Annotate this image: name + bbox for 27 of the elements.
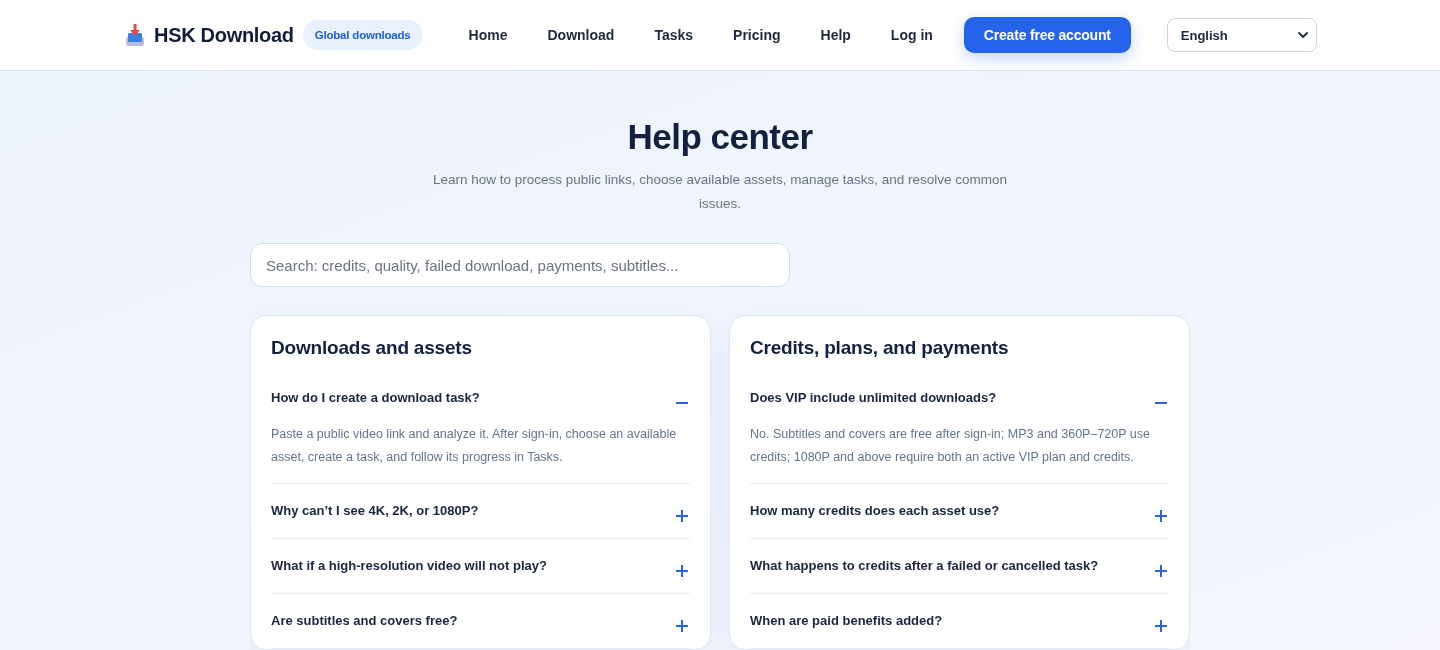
faq-answer: No. Subtitles and covers are free after sign-in; MP3 and 360P–720P use credits; 1080P and above require both an active VIP plan and credits. xyxy=(750,426,1151,466)
search-field[interactable]: Search: credits, quality, failed download, payments, subtitles... xyxy=(250,243,790,287)
faq-answer: Paste a public video link and analyze it. After sign-in, choose an available asset, create a task, and follow its progress in Tasks. xyxy=(271,426,678,466)
page-title: Help center xyxy=(627,117,813,157)
faq-question[interactable]: What if a high-resolution video will not play? xyxy=(271,555,690,577)
region-badge: Global downloads xyxy=(302,20,423,50)
nav-link[interactable]: Help xyxy=(820,27,851,43)
create-account-button[interactable]: Create free account xyxy=(963,17,1131,53)
chevron-down-icon xyxy=(1297,32,1308,38)
nav-link[interactable]: Log in xyxy=(890,27,933,43)
logo-icon xyxy=(126,24,144,46)
faq-question[interactable]: When are paid benefits added? xyxy=(750,610,1169,632)
page-subtitle: Learn how to process public links, choose available assets, manage tasks, and resolve common issues. xyxy=(431,171,1009,213)
faq-question[interactable]: How do I create a download task? xyxy=(271,388,690,408)
faq-question[interactable]: Does VIP include unlimited downloads? xyxy=(750,388,1169,408)
nav-link[interactable]: Download xyxy=(547,27,615,43)
nav-link[interactable]: Pricing xyxy=(733,27,781,43)
nav-link[interactable]: Home xyxy=(468,27,508,43)
faq-question[interactable]: Are subtitles and covers free? xyxy=(271,610,690,632)
section-title: Downloads and assets xyxy=(271,336,473,360)
faq-question[interactable]: What happens to credits after a failed or cancelled task? xyxy=(750,555,1169,577)
language-select[interactable]: English xyxy=(1166,18,1317,52)
faq-question[interactable]: Why can’t I see 4K, 2K, or 1080P? xyxy=(271,500,690,522)
nav-link[interactable]: Tasks xyxy=(654,27,694,43)
faq-question[interactable]: How many credits does each asset use? xyxy=(750,500,1169,522)
section-title: Credits, plans, and payments xyxy=(750,336,1010,360)
brand-name[interactable]: HSK Download xyxy=(154,23,294,47)
